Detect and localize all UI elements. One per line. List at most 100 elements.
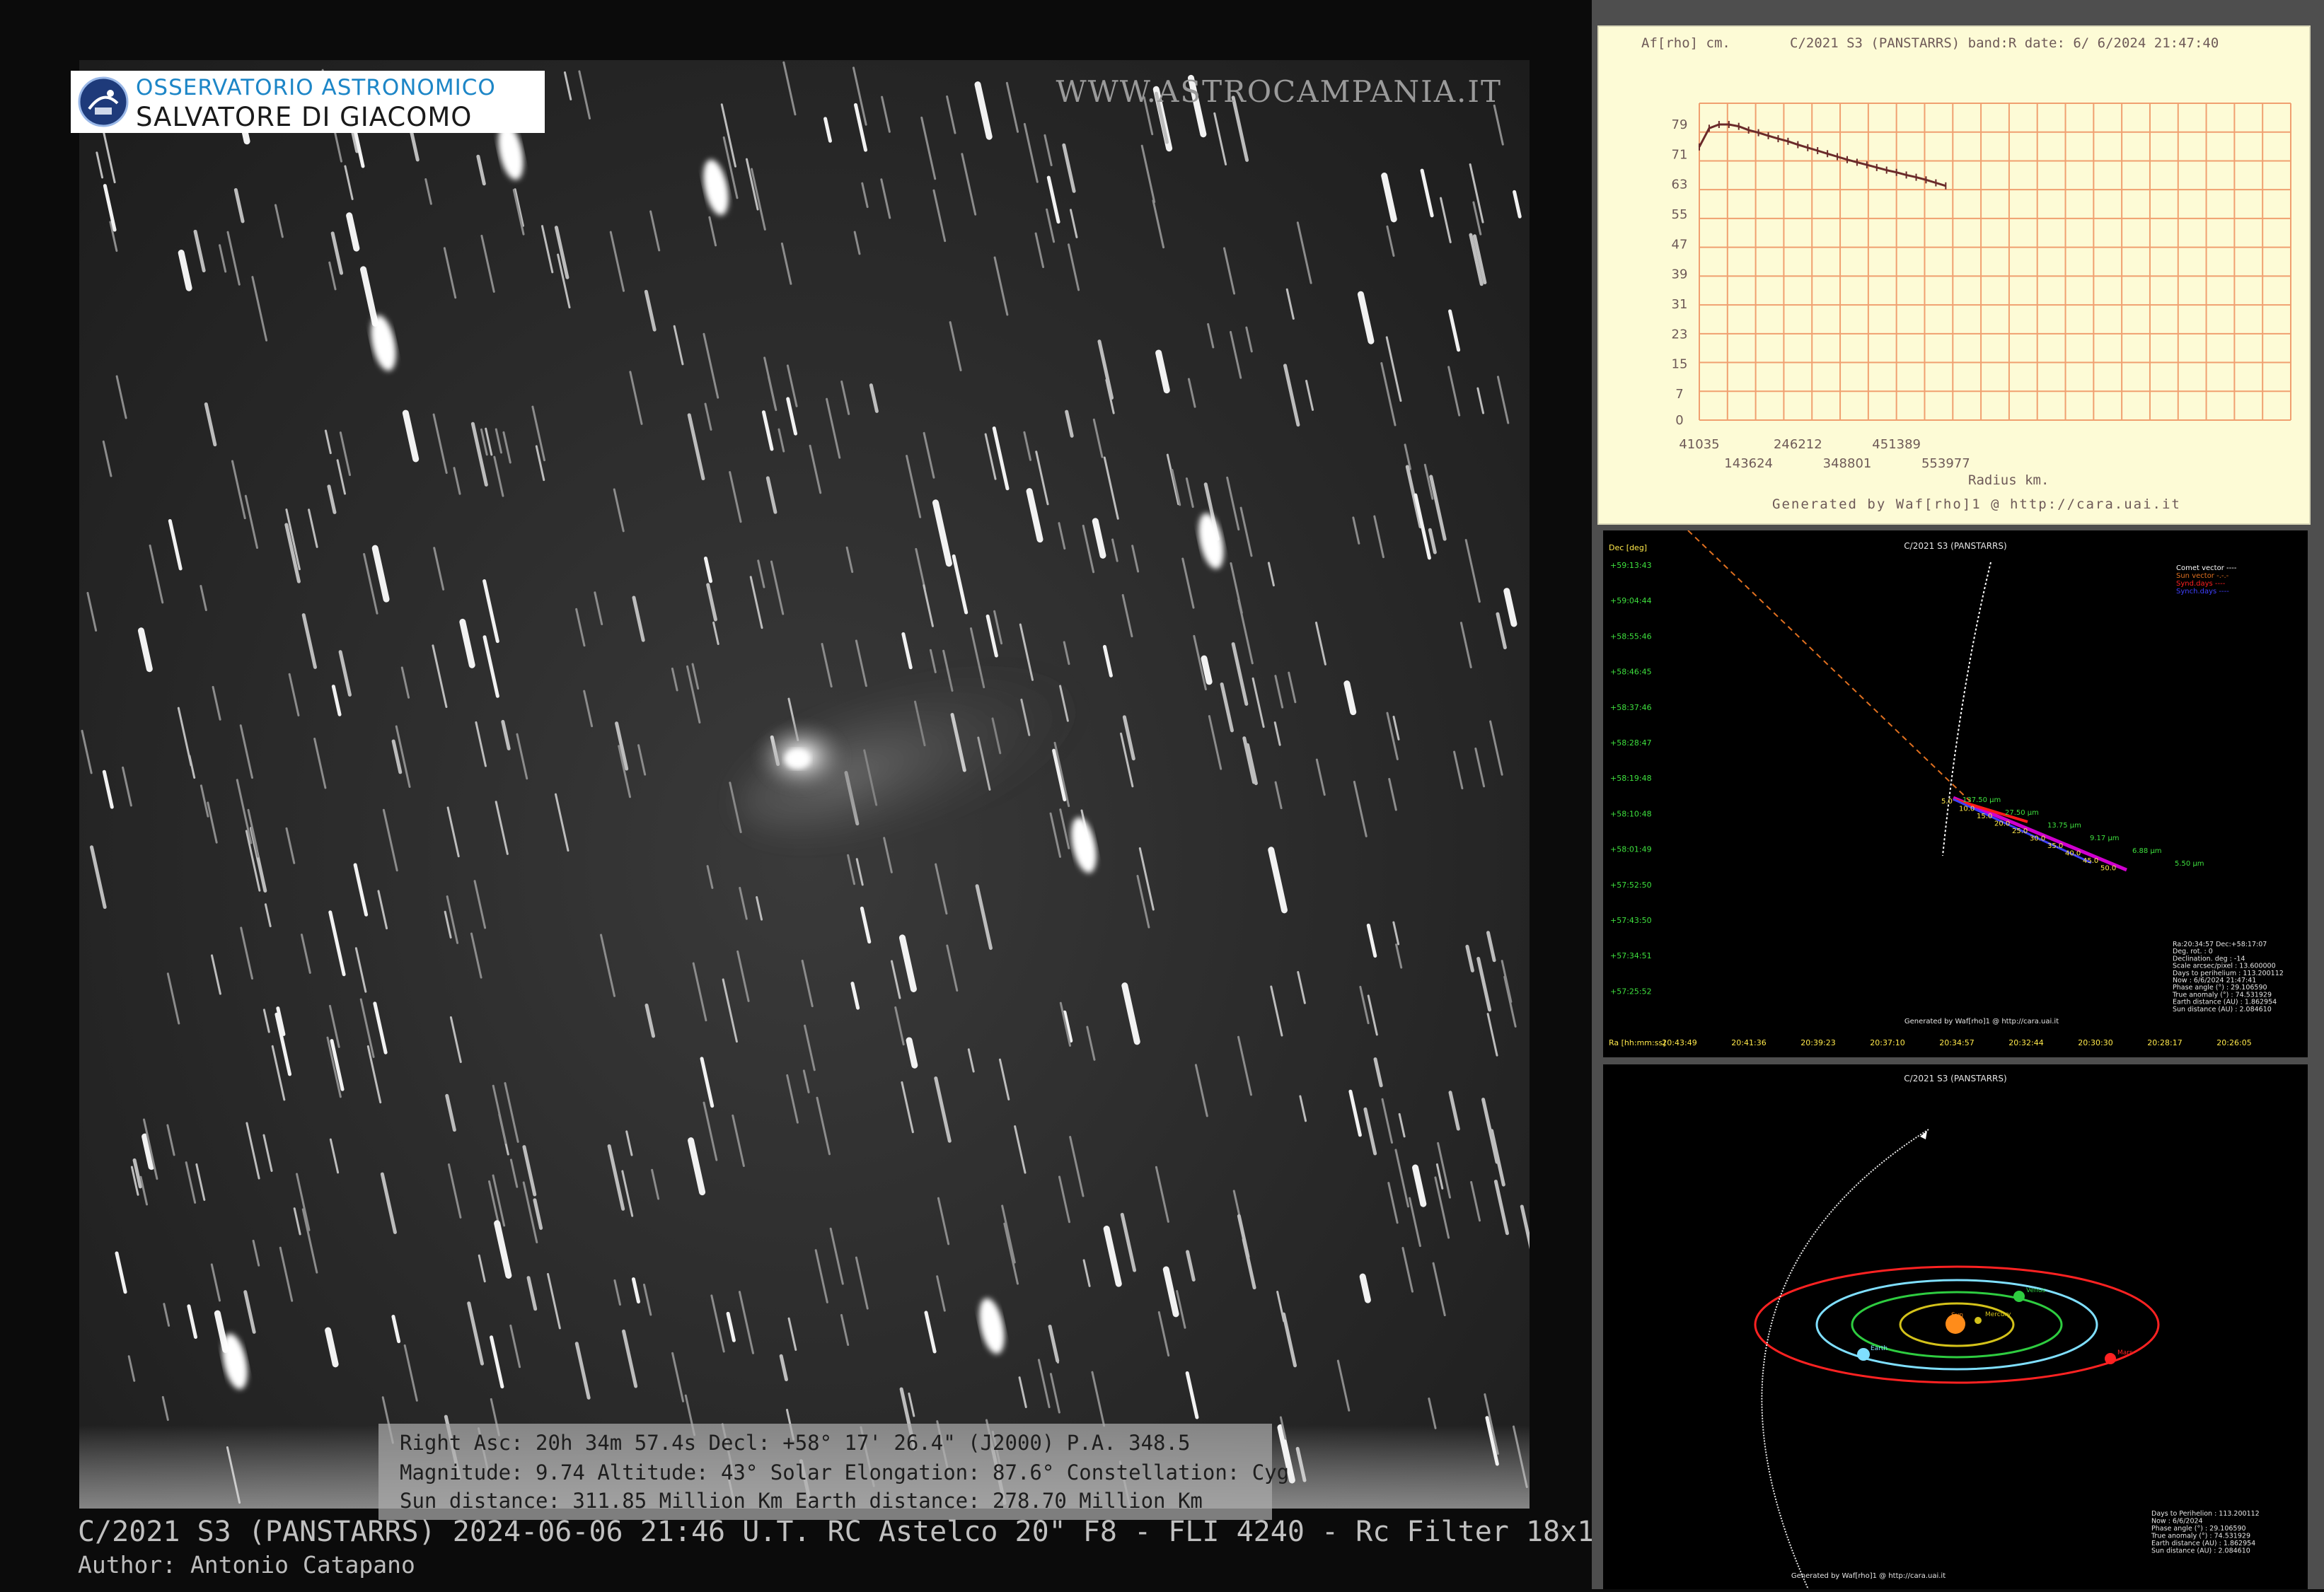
orbit-info-line: True anomaly (°) : 74.531929 (2151, 1533, 2250, 1540)
star-trail (1405, 465, 1423, 529)
bright-star-trail (1071, 817, 1097, 873)
sky-dec-tick: +59:04:44 (1610, 596, 1652, 605)
synd-label: 30.0 (2030, 835, 2045, 843)
star-trail (756, 896, 763, 921)
star-trail (651, 1168, 660, 1200)
star-trail (642, 1283, 652, 1316)
star-trail (1226, 476, 1240, 531)
star-trail (329, 1138, 340, 1174)
star-trail (594, 591, 603, 626)
star-trail (1245, 326, 1253, 353)
star-trail (751, 168, 766, 231)
star-trail (382, 808, 398, 872)
star-trail (823, 117, 832, 143)
star-trail (526, 1276, 538, 1311)
star-trail (493, 455, 504, 497)
planet-label-earth: Earth (1871, 1345, 1887, 1352)
star-trail (252, 1239, 260, 1267)
star-trail (391, 1315, 401, 1344)
afrho-y-tick: 15 (1672, 357, 1688, 372)
star-trail (1373, 515, 1384, 559)
star-trail (262, 1134, 273, 1173)
afrho-y-tick: 79 (1672, 117, 1688, 132)
planet-label-sun: Sun (1951, 1312, 1963, 1319)
star-trail (1152, 199, 1165, 249)
star-trail (514, 188, 524, 227)
star-trail (932, 189, 947, 243)
star-trail (1429, 475, 1447, 541)
star-trail (240, 926, 253, 980)
sky-ra-tick: 20:43:49 (1662, 1038, 1696, 1047)
star-trail (492, 1084, 507, 1144)
star-trail (1297, 971, 1306, 1004)
sky-ra-tick: 20:30:30 (2078, 1038, 2112, 1047)
star-trail (1282, 1312, 1297, 1368)
star-trail (1067, 243, 1080, 291)
synch-label: 6.88 µm (2132, 847, 2162, 855)
star-trail (622, 1329, 638, 1388)
star-trail (563, 71, 572, 101)
star-trail (516, 733, 528, 780)
star-trail (600, 934, 616, 997)
star-trail (998, 1058, 1010, 1100)
afrho-xlabel: Radius km. (1968, 472, 2050, 488)
afrho-plot: 79 71 63 55 47 39 31 23 15 7 0 41035 246212 451389 143… (1672, 103, 2291, 471)
afrho-x-tick: 246212 (1774, 437, 1822, 452)
bright-star-trail (703, 159, 729, 216)
star-trail (845, 546, 854, 574)
star-trail (578, 70, 591, 120)
orbit-info-line: Sun distance (AU) : 2.084610 (2151, 1547, 2250, 1555)
sky-info-line: Sun distance (AU) : 2.084610 (2173, 1006, 2272, 1013)
star-trail (1392, 715, 1400, 740)
star-trail (923, 431, 935, 479)
star-trail (1448, 309, 1461, 352)
comet-nucleus (785, 749, 810, 769)
synd-label: 15.0 (1977, 813, 1992, 820)
star-trail (424, 178, 432, 205)
star-trail (195, 1163, 206, 1201)
star-trail (1069, 209, 1078, 238)
sky-ra-tick: 20:28:17 (2147, 1038, 2182, 1047)
star-trail (1220, 682, 1234, 733)
star-trail (924, 1311, 937, 1354)
star-trail (1386, 225, 1395, 257)
comet-orbit (1761, 1129, 1929, 1590)
star-trail (1207, 323, 1215, 349)
star-trail (932, 499, 952, 567)
star-trail (923, 584, 934, 627)
star-trail (177, 707, 192, 767)
star-trail (509, 1324, 521, 1369)
photo-author: Author: Antonio Catapano (78, 1551, 415, 1579)
star-trail (476, 154, 486, 186)
star-trail (739, 886, 748, 920)
star-trail (816, 1096, 831, 1156)
star-trail (826, 397, 841, 459)
star-trail (449, 1016, 462, 1064)
star-trail (1453, 750, 1464, 790)
star-trail (993, 256, 1009, 316)
afrho-y-tick: 39 (1672, 267, 1688, 282)
star-trail (1242, 1238, 1256, 1290)
star-trail (908, 1392, 915, 1417)
star-trail (802, 1069, 810, 1093)
star-trail (632, 595, 645, 642)
star-trail (1493, 1180, 1509, 1236)
star-trail (193, 229, 206, 273)
afrho-x-tick: 451389 (1872, 437, 1921, 452)
star-trail (1273, 721, 1281, 746)
star-trail (122, 766, 132, 807)
star-trail (149, 544, 164, 604)
star-trail (691, 663, 700, 690)
synch-label: 27.50 µm (2005, 809, 2039, 817)
star-trail (168, 518, 183, 571)
star-trail (732, 1114, 745, 1168)
star-trail (187, 1304, 198, 1340)
star-trail (1314, 621, 1326, 666)
star-trail (1069, 1136, 1085, 1197)
star-trail (706, 865, 714, 889)
star-trail (1111, 538, 1118, 562)
star-trail (1501, 960, 1513, 1003)
star-trail (1097, 339, 1114, 400)
sky-legend-entry: Synch.days ---- (2176, 588, 2229, 595)
star-trail (300, 934, 311, 974)
